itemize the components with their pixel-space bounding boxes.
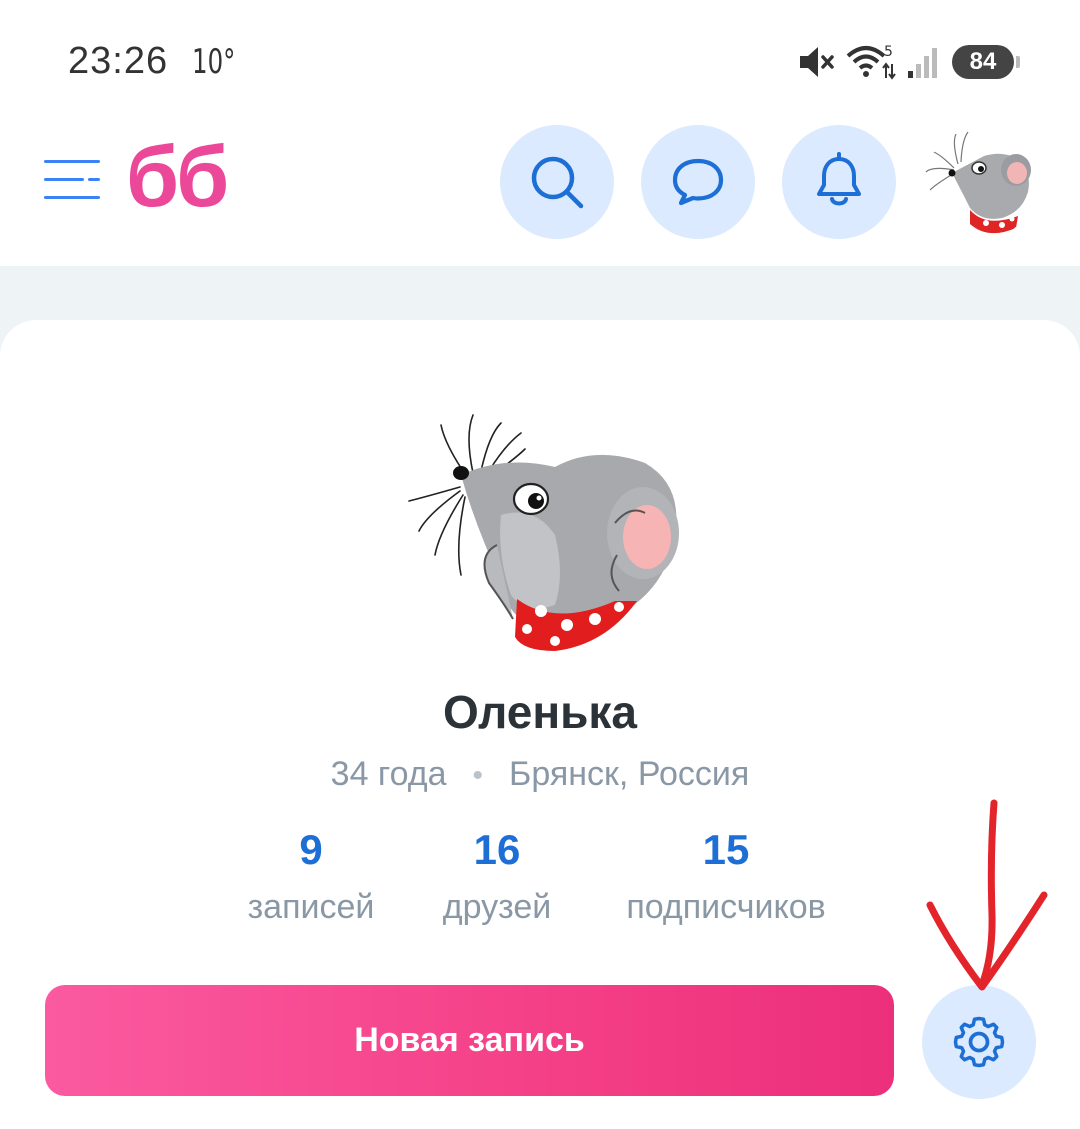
notifications-button[interactable] <box>782 125 896 239</box>
battery-icon: 84 <box>952 45 1020 79</box>
bell-icon <box>817 152 861 206</box>
settings-button[interactable] <box>922 985 1036 1099</box>
status-icons: 5 84 <box>798 44 1020 80</box>
status-bar: 23:26 10° 5 84 <box>0 0 1080 120</box>
wifi-icon: 5 <box>846 44 896 80</box>
logo[interactable]: бб <box>126 128 229 227</box>
stat-subscribers[interactable]: 15 подписчиков <box>603 826 849 927</box>
separator-dot: • <box>472 759 484 792</box>
svg-text:5: 5 <box>884 44 893 60</box>
profile-name: Оленька <box>442 686 638 738</box>
search-button[interactable] <box>500 125 614 239</box>
stat-posts[interactable]: 9 записей <box>231 826 391 927</box>
profile-age: 34 года <box>330 755 447 793</box>
profile-meta: 34 года • Брянск, Россия <box>0 755 1080 794</box>
stat-subscribers-label: подписчиков <box>626 888 826 926</box>
gear-icon <box>953 1016 1005 1068</box>
messages-button[interactable] <box>641 125 755 239</box>
status-temperature: 10° <box>192 42 236 82</box>
avatar[interactable] <box>924 128 1036 240</box>
stat-friends[interactable]: 16 друзей <box>426 826 568 927</box>
new-post-button[interactable]: Новая запись <box>45 985 894 1096</box>
profile-avatar[interactable] <box>405 405 685 655</box>
app-header: бб <box>0 120 1080 266</box>
signal-icon <box>908 48 937 78</box>
status-time: 23:26 <box>68 40 169 82</box>
stat-posts-value: 9 <box>299 826 323 873</box>
stat-subscribers-value: 15 <box>702 826 750 873</box>
stat-posts-label: записей <box>247 888 375 926</box>
profile-location: Брянск, Россия <box>509 755 750 793</box>
stat-friends-label: друзей <box>442 888 552 926</box>
stat-friends-value: 16 <box>473 826 521 873</box>
chat-icon <box>672 158 724 206</box>
menu-icon[interactable] <box>44 158 102 204</box>
search-icon <box>531 156 584 209</box>
mute-icon <box>800 47 834 77</box>
